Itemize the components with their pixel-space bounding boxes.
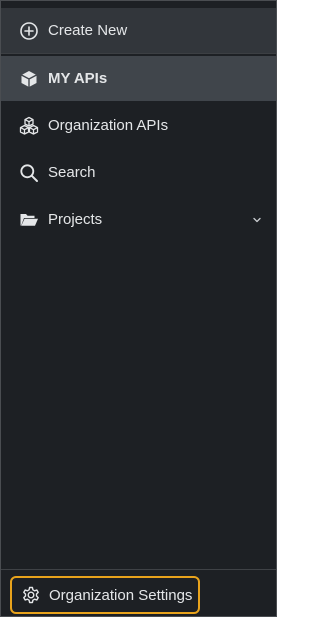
sidebar-item-label: Search xyxy=(48,164,96,181)
plus-circle-icon xyxy=(19,21,39,41)
folder-open-icon xyxy=(19,210,39,230)
sidebar-item-label: Projects xyxy=(48,211,103,228)
footer-divider xyxy=(1,569,276,570)
sidebar-item-my-apis[interactable]: MY APIs xyxy=(1,56,276,101)
divider xyxy=(1,53,276,54)
chevron-down-icon[interactable] xyxy=(252,215,262,225)
sidebar-item-create-new[interactable]: Create New xyxy=(1,8,276,53)
cube-icon xyxy=(19,69,39,89)
sidebar-item-projects[interactable]: Projects xyxy=(1,197,276,242)
sidebar: Create New MY APIs Organization APIs Sea… xyxy=(0,0,277,617)
sidebar-item-organization-apis[interactable]: Organization APIs xyxy=(1,103,276,148)
organization-settings-label: Organization Settings xyxy=(49,586,193,604)
cubes-icon xyxy=(19,116,39,136)
organization-settings-button[interactable]: Organization Settings xyxy=(10,576,200,614)
sidebar-item-label: MY APIs xyxy=(48,70,108,87)
sidebar-item-search[interactable]: Search xyxy=(1,150,276,195)
search-icon xyxy=(19,163,39,183)
sidebar-item-label: Create New xyxy=(48,22,128,39)
sidebar-item-label: Organization APIs xyxy=(48,117,169,134)
gear-icon xyxy=(21,585,41,605)
